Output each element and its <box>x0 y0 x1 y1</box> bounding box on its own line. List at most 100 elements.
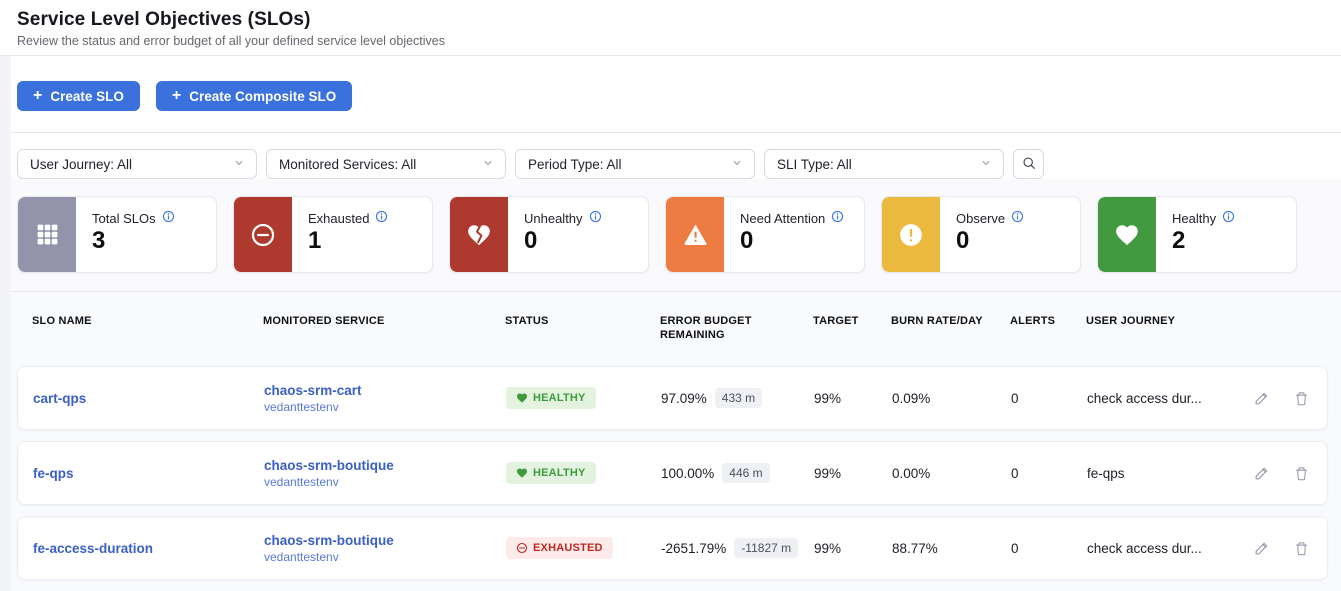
environment-label: vedanttestenv <box>264 400 506 414</box>
error-budget-value: -2651.79% <box>661 541 726 556</box>
col-header-status: STATUS <box>505 314 660 328</box>
summary-card-healthy[interactable]: Healthy 2 <box>1097 196 1297 273</box>
col-header-error-budget: ERROR BUDGET REMAINING <box>660 314 760 342</box>
error-budget-minutes-chip: 433 m <box>715 388 762 408</box>
status-badge: HEALTHY <box>506 387 596 409</box>
broken-heart-icon <box>450 197 508 272</box>
info-icon[interactable] <box>589 210 602 226</box>
create-slo-label: Create SLO <box>50 89 124 104</box>
exclamation-circle-icon <box>882 197 940 272</box>
summary-card-observe[interactable]: Observe 0 <box>881 196 1081 273</box>
target-value: 99% <box>814 391 892 406</box>
status-badge: HEALTHY <box>506 462 596 484</box>
minus-circle-icon <box>234 197 292 272</box>
target-value: 99% <box>814 541 892 556</box>
error-budget-minutes-chip: -11827 m <box>734 538 798 558</box>
info-icon[interactable] <box>1222 210 1235 226</box>
table-row[interactable]: fe-qps chaos-srm-boutique vedanttestenv … <box>17 441 1328 505</box>
heart-icon <box>516 392 528 404</box>
table-row[interactable]: fe-access-duration chaos-srm-boutique ve… <box>17 516 1328 580</box>
plus-icon: + <box>172 88 181 104</box>
col-header-slo-name: SLO NAME <box>32 314 263 328</box>
minus-circle-icon <box>516 542 528 554</box>
chevron-down-icon <box>979 156 993 173</box>
card-value: 0 <box>740 228 844 254</box>
chevron-down-icon <box>232 156 246 173</box>
card-label: Healthy <box>1172 211 1216 226</box>
delete-button[interactable] <box>1293 539 1310 557</box>
monitored-service-link[interactable]: chaos-srm-cart <box>264 383 506 398</box>
summary-card-unhealthy[interactable]: Unhealthy 0 <box>449 196 649 273</box>
status-label: HEALTHY <box>533 392 586 404</box>
info-icon[interactable] <box>375 210 388 226</box>
col-header-monitored-service: MONITORED SERVICE <box>263 314 505 328</box>
filter-user-journey-label: User Journey: All <box>30 157 132 172</box>
summary-card-total-slos[interactable]: Total SLOs 3 <box>17 196 217 273</box>
chevron-down-icon <box>730 156 744 173</box>
delete-button[interactable] <box>1293 464 1310 482</box>
burn-rate-value: 88.77% <box>892 541 1011 556</box>
info-icon[interactable] <box>162 210 175 226</box>
create-composite-slo-label: Create Composite SLO <box>189 89 336 104</box>
left-edge-strip <box>0 56 11 591</box>
filter-monitored-services-label: Monitored Services: All <box>279 157 416 172</box>
table-header-row: SLO NAME MONITORED SERVICE STATUS ERROR … <box>17 292 1328 366</box>
filter-user-journey[interactable]: User Journey: All <box>17 149 257 179</box>
burn-rate-value: 0.09% <box>892 391 1011 406</box>
card-value: 3 <box>92 228 175 254</box>
edit-button[interactable] <box>1253 389 1271 407</box>
alerts-count: 0 <box>1011 541 1087 556</box>
slo-page: Service Level Objectives (SLOs) Review t… <box>0 0 1341 591</box>
slo-name-link[interactable]: fe-qps <box>33 466 264 481</box>
search-icon <box>1021 155 1037 174</box>
table-row[interactable]: cart-qps chaos-srm-cart vedanttestenv HE… <box>17 366 1328 430</box>
info-icon[interactable] <box>831 210 844 226</box>
user-journey-value: check access dur... <box>1087 541 1241 556</box>
delete-icon <box>1293 390 1310 407</box>
alerts-count: 0 <box>1011 391 1087 406</box>
filter-sli-type-label: SLI Type: All <box>777 157 852 172</box>
slo-name-link[interactable]: cart-qps <box>33 391 264 406</box>
filter-sli-type[interactable]: SLI Type: All <box>764 149 1004 179</box>
filter-bar: User Journey: All Monitored Services: Al… <box>0 133 1341 179</box>
create-composite-slo-button[interactable]: + Create Composite SLO <box>156 81 352 111</box>
col-header-alerts: ALERTS <box>1010 314 1086 328</box>
card-value: 2 <box>1172 228 1235 254</box>
info-icon[interactable] <box>1011 210 1024 226</box>
edit-button[interactable] <box>1253 539 1271 557</box>
col-header-target: TARGET <box>813 314 891 328</box>
alerts-count: 0 <box>1011 466 1087 481</box>
filter-monitored-services[interactable]: Monitored Services: All <box>266 149 506 179</box>
status-label: EXHAUSTED <box>533 542 603 554</box>
slo-name-link[interactable]: fe-access-duration <box>33 541 264 556</box>
monitored-service-link[interactable]: chaos-srm-boutique <box>264 458 506 473</box>
error-budget-value: 100.00% <box>661 466 714 481</box>
environment-label: vedanttestenv <box>264 475 506 489</box>
toolbar: + Create SLO + Create Composite SLO <box>0 56 1341 133</box>
monitored-service-link[interactable]: chaos-srm-boutique <box>264 533 506 548</box>
search-button[interactable] <box>1013 149 1044 179</box>
plus-icon: + <box>33 88 42 104</box>
delete-icon <box>1293 540 1310 557</box>
chevron-down-icon <box>481 156 495 173</box>
col-header-user-journey: USER JOURNEY <box>1086 314 1240 328</box>
target-value: 99% <box>814 466 892 481</box>
delete-button[interactable] <box>1293 389 1310 407</box>
card-value: 1 <box>308 228 388 254</box>
card-label: Exhausted <box>308 211 369 226</box>
user-journey-value: check access dur... <box>1087 391 1241 406</box>
error-budget-value: 97.09% <box>661 391 707 406</box>
heart-icon <box>516 467 528 479</box>
summary-card-need-attention[interactable]: Need Attention 0 <box>665 196 865 273</box>
status-label: HEALTHY <box>533 467 586 479</box>
status-badge: EXHAUSTED <box>506 537 613 559</box>
edit-button[interactable] <box>1253 464 1271 482</box>
summary-card-exhausted[interactable]: Exhausted 1 <box>233 196 433 273</box>
create-slo-button[interactable]: + Create SLO <box>17 81 140 111</box>
warning-triangle-icon <box>666 197 724 272</box>
edit-icon <box>1253 389 1271 407</box>
summary-cards: Total SLOs 3 Exhausted 1 Unhealt <box>0 179 1341 292</box>
grid-icon <box>18 197 76 272</box>
card-label: Unhealthy <box>524 211 583 226</box>
filter-period-type[interactable]: Period Type: All <box>515 149 755 179</box>
